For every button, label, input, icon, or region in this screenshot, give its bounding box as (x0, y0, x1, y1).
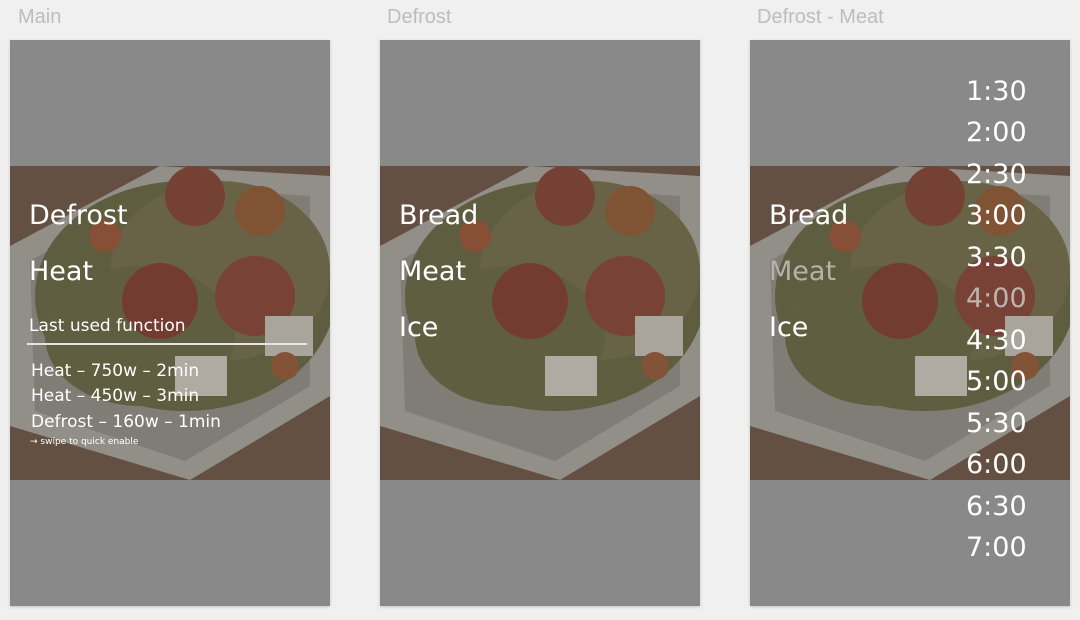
artboard-label-defrost-meat: Defrost - Meat (757, 6, 884, 28)
time-option[interactable]: 1:30 (966, 78, 1027, 105)
time-option[interactable]: 2:30 (966, 161, 1027, 188)
last-used-title: Last used function (29, 316, 186, 336)
main-screen: Defrost Heat Last used function Heat – 7… (10, 40, 330, 606)
time-option[interactable]: 6:00 (966, 451, 1027, 478)
menu-item-ice[interactable]: Ice (769, 314, 808, 341)
menu-item-bread[interactable]: Bread (399, 202, 478, 229)
swipe-hint: → swipe to quick enable (30, 437, 139, 447)
recent-item-1[interactable]: Heat – 750w – 2min (31, 363, 199, 380)
defrost-screen: Bread Meat Ice (380, 40, 700, 606)
time-option[interactable]: 6:30 (966, 493, 1027, 520)
menu-item-meat-selected[interactable]: Meat (769, 258, 836, 285)
time-option[interactable]: 3:00 (966, 202, 1027, 229)
time-option[interactable]: 4:30 (966, 327, 1027, 354)
time-option[interactable]: 2:00 (966, 119, 1027, 146)
menu-item-heat[interactable]: Heat (29, 258, 93, 285)
time-option[interactable]: 5:30 (966, 410, 1027, 437)
time-option-selected[interactable]: 4:00 (966, 285, 1027, 312)
time-option[interactable]: 5:00 (966, 368, 1027, 395)
menu-item-defrost[interactable]: Defrost (29, 202, 128, 229)
time-option[interactable]: 7:00 (966, 534, 1027, 561)
menu-item-ice[interactable]: Ice (399, 314, 438, 341)
artboard-label-main: Main (18, 6, 62, 28)
artboard-label-defrost: Defrost (387, 6, 452, 28)
menu-item-meat[interactable]: Meat (399, 258, 466, 285)
menu-item-bread[interactable]: Bread (769, 202, 848, 229)
time-option[interactable]: 3:30 (966, 244, 1027, 271)
defrost-meat-screen: Bread Meat Ice 1:30 2:00 2:30 3:00 3:30 … (750, 40, 1070, 606)
recent-item-3[interactable]: Defrost – 160w – 1min (31, 414, 221, 431)
divider (27, 343, 307, 345)
recent-item-2[interactable]: Heat – 450w – 3min (31, 388, 199, 405)
